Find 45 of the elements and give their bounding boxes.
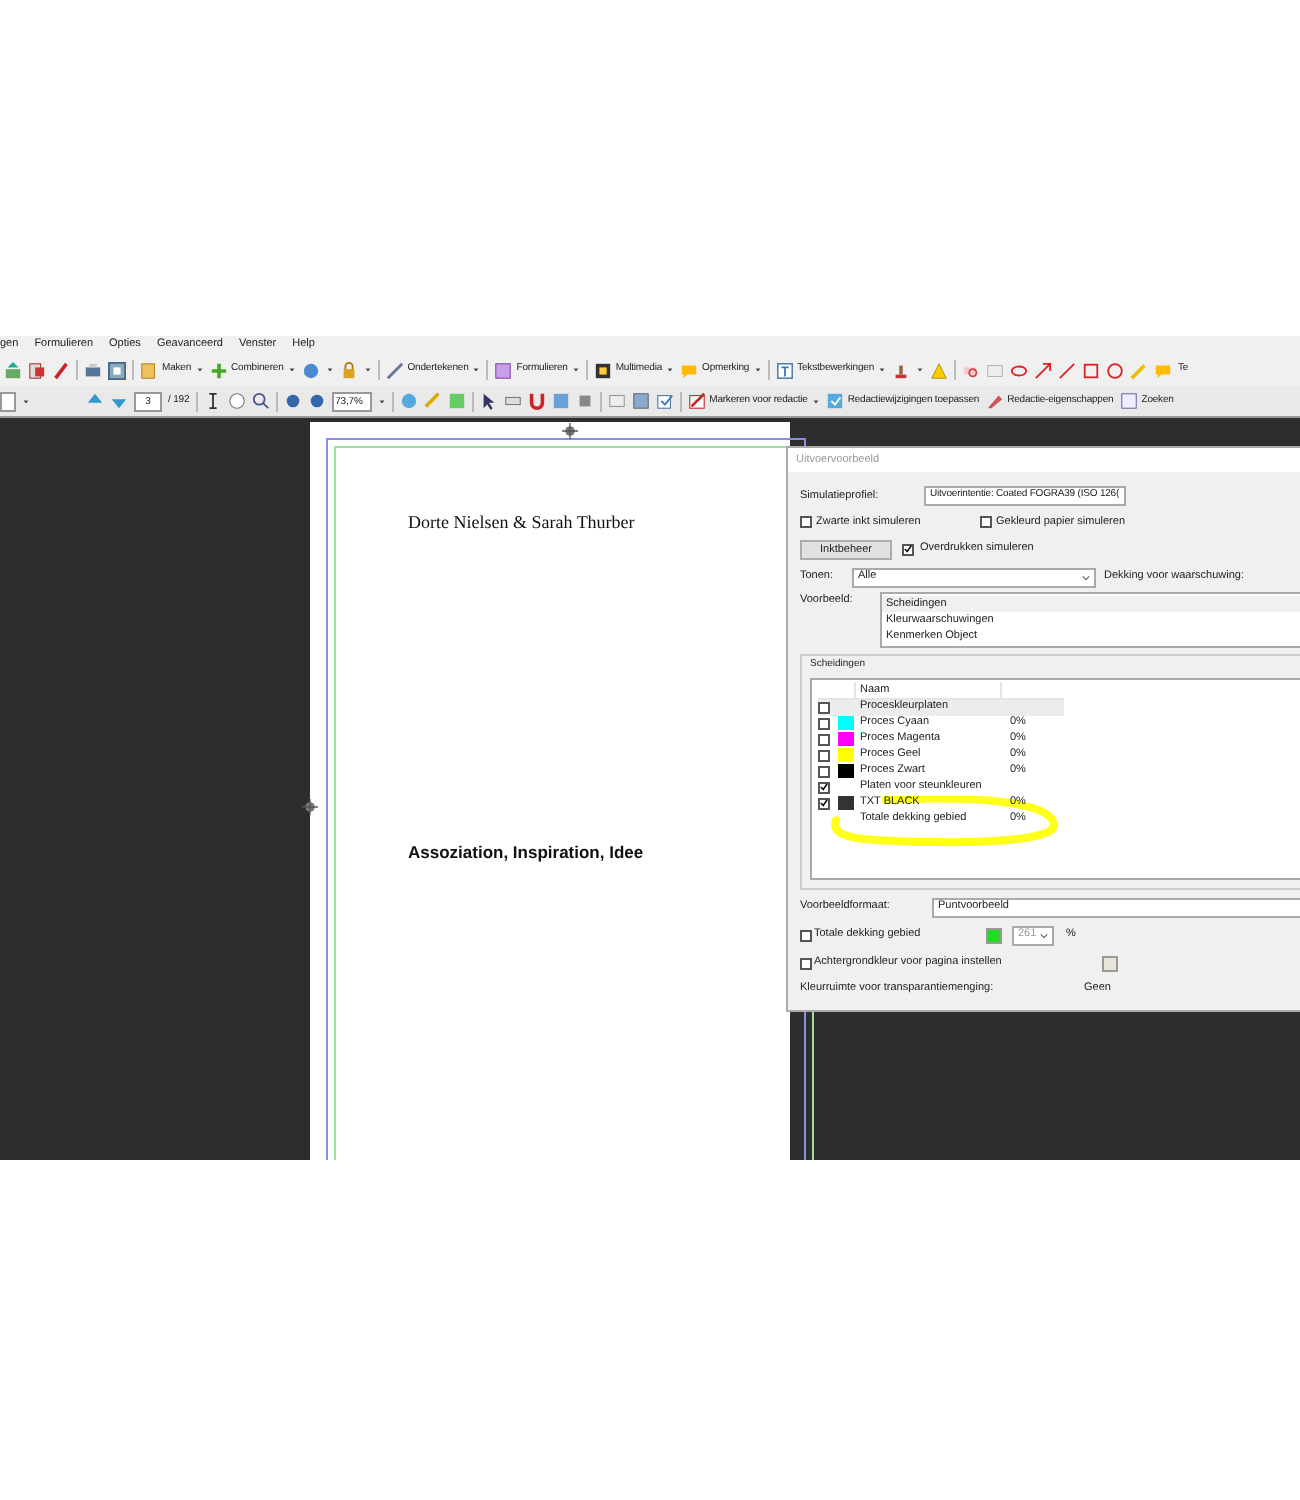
properties-icon[interactable] — [985, 392, 1004, 410]
checkbox[interactable] — [800, 929, 812, 941]
text-edit-icon[interactable] — [775, 361, 794, 379]
checkbox[interactable] — [818, 765, 830, 777]
stamp-icon[interactable] — [892, 361, 911, 379]
pdf-icon[interactable] — [28, 361, 46, 379]
author-names: Dorte Nielsen & Sarah Thurber — [408, 510, 635, 536]
lock-icon[interactable] — [339, 361, 358, 379]
caret-icon[interactable] — [1082, 573, 1090, 581]
zoom-icon[interactable] — [251, 392, 270, 410]
checkbox[interactable] — [818, 701, 830, 713]
pointer-icon[interactable] — [479, 392, 498, 410]
text-cursor-icon[interactable] — [203, 392, 222, 410]
crosshair-icon[interactable] — [302, 798, 318, 816]
checkbox[interactable] — [818, 717, 830, 729]
document-icon[interactable] — [140, 361, 158, 379]
export-icon[interactable] — [4, 361, 22, 379]
arrow-icon[interactable] — [1034, 361, 1053, 379]
checkbox[interactable] — [818, 749, 830, 761]
checkbox[interactable] — [818, 781, 830, 793]
checkbox[interactable] — [818, 797, 830, 809]
magnet-icon[interactable] — [527, 392, 546, 410]
ellipse-icon[interactable] — [1010, 361, 1029, 379]
checkbox[interactable] — [818, 733, 830, 745]
caret-icon[interactable] — [22, 397, 30, 405]
redact-icon[interactable] — [687, 392, 706, 410]
document-heading: Assoziation, Inspiration, Idee — [408, 840, 644, 866]
marker-icon[interactable] — [1130, 361, 1149, 379]
highlight-icon[interactable] — [962, 361, 981, 379]
print-icon[interactable] — [84, 361, 102, 379]
circle-icon[interactable] — [1106, 361, 1125, 379]
form-icon[interactable] — [494, 361, 513, 379]
line-icon[interactable] — [1058, 361, 1077, 379]
color-swatch[interactable] — [986, 927, 1002, 943]
checkbox[interactable] — [800, 957, 812, 969]
checkbox[interactable] — [980, 516, 992, 528]
checkbox[interactable] — [902, 543, 914, 555]
color-swatch[interactable] — [1102, 955, 1118, 971]
checkbox[interactable] — [800, 516, 812, 528]
pencil-icon[interactable] — [385, 361, 404, 379]
checklist-icon[interactable] — [655, 392, 674, 410]
rectangle-icon[interactable] — [1082, 361, 1101, 379]
pen-icon[interactable] — [52, 361, 70, 379]
dropdown-field[interactable] — [0, 391, 16, 411]
crosshair-icon[interactable] — [562, 422, 578, 440]
